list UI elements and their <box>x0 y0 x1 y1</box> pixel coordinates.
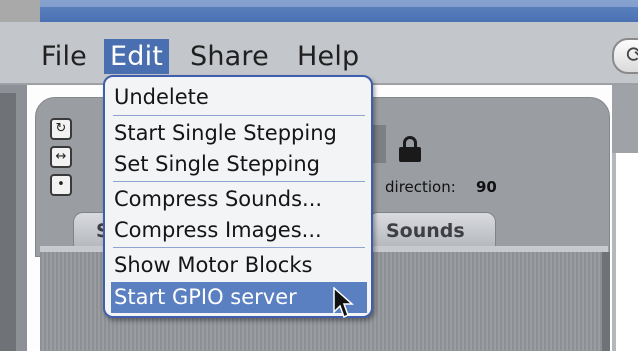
menu-item-compress-images[interactable]: Compress Images... <box>111 215 367 246</box>
menu-item-compress-sounds[interactable]: Compress Sounds... <box>111 184 367 215</box>
left-pane-scrollbar[interactable] <box>0 93 16 351</box>
sprite-thumbnail-edge <box>372 125 386 163</box>
menu-edit[interactable]: Edit <box>104 39 170 74</box>
menu-help[interactable]: Help <box>297 41 359 72</box>
menu-separator <box>113 115 365 116</box>
right-pane <box>612 85 638 351</box>
menu-item-start-gpio-server[interactable]: Start GPIO server <box>111 282 367 313</box>
application-window: File Edit Share Help ⟳ ↻ ↔ • direction: … <box>0 0 638 351</box>
menu-item-undelete[interactable]: Undelete <box>111 82 367 113</box>
stage-area[interactable] <box>616 153 638 351</box>
tab-sounds[interactable]: Sounds <box>368 212 496 247</box>
menu-item-show-motor-blocks[interactable]: Show Motor Blocks <box>111 250 367 281</box>
menu-share[interactable]: Share <box>190 41 269 72</box>
menu-separator <box>113 181 365 182</box>
lock-icon[interactable] <box>399 136 421 162</box>
mouse-pointer-icon <box>333 287 354 319</box>
menu-file[interactable]: File <box>41 41 87 72</box>
window-title-bar <box>0 0 638 22</box>
rotate-icon[interactable]: ↻ <box>50 118 72 140</box>
edit-dropdown-menu: Undelete Start Single Stepping Set Singl… <box>103 75 373 318</box>
title-bar-gloss <box>0 0 638 7</box>
toolbar-round-button[interactable]: ⟳ <box>612 38 638 74</box>
left-pane <box>0 85 27 351</box>
lock-body <box>399 147 421 162</box>
rotation-style-buttons: ↻ ↔ • <box>50 118 76 202</box>
left-right-icon[interactable]: ↔ <box>50 146 72 168</box>
toolbar-round-button-icon: ⟳ <box>626 43 638 68</box>
menu-item-set-single-stepping[interactable]: Set Single Stepping <box>111 149 367 180</box>
tab-sounds-label: Sounds <box>386 220 465 242</box>
title-bar-left-edge <box>0 0 40 22</box>
direction-label: direction: <box>385 178 456 196</box>
script-area-scrollbar[interactable] <box>602 252 610 351</box>
right-pane-header <box>612 85 638 153</box>
no-rotate-icon[interactable]: • <box>50 174 72 196</box>
direction-value: 90 <box>476 178 497 196</box>
menu-separator <box>113 247 365 248</box>
menu-item-start-single-stepping[interactable]: Start Single Stepping <box>111 118 367 149</box>
